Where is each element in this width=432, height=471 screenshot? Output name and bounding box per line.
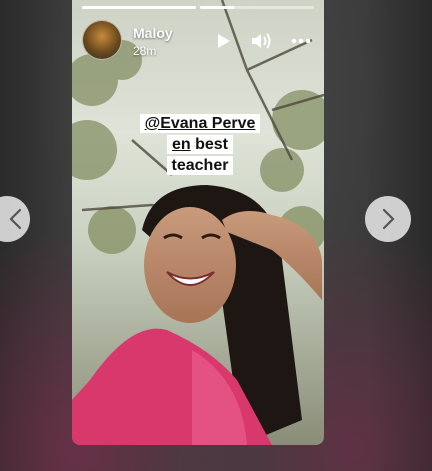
caption-text: best	[190, 136, 228, 153]
chevron-left-icon	[9, 208, 22, 230]
next-story-button[interactable]	[365, 196, 411, 242]
mention-link[interactable]: @Evana Perve	[145, 115, 256, 132]
story-card[interactable]: Maloy 28m @Evana Perve en best teacher	[72, 0, 324, 445]
progress-segment	[82, 6, 196, 9]
mention-link[interactable]: en	[172, 136, 191, 153]
timestamp: 28m	[133, 44, 157, 58]
story-caption: @Evana Perve en best teacher	[124, 113, 276, 176]
chevron-right-icon	[382, 208, 395, 230]
user-avatar[interactable]	[82, 20, 122, 60]
play-icon[interactable]	[210, 28, 236, 54]
story-header: Maloy 28m	[82, 20, 314, 62]
story-progress	[82, 6, 314, 9]
more-icon[interactable]	[288, 28, 314, 54]
username[interactable]: Maloy	[133, 25, 173, 41]
progress-segment	[200, 6, 314, 9]
story-photo	[72, 0, 324, 445]
speaker-icon[interactable]	[248, 28, 274, 54]
caption-text: teacher	[166, 156, 234, 175]
